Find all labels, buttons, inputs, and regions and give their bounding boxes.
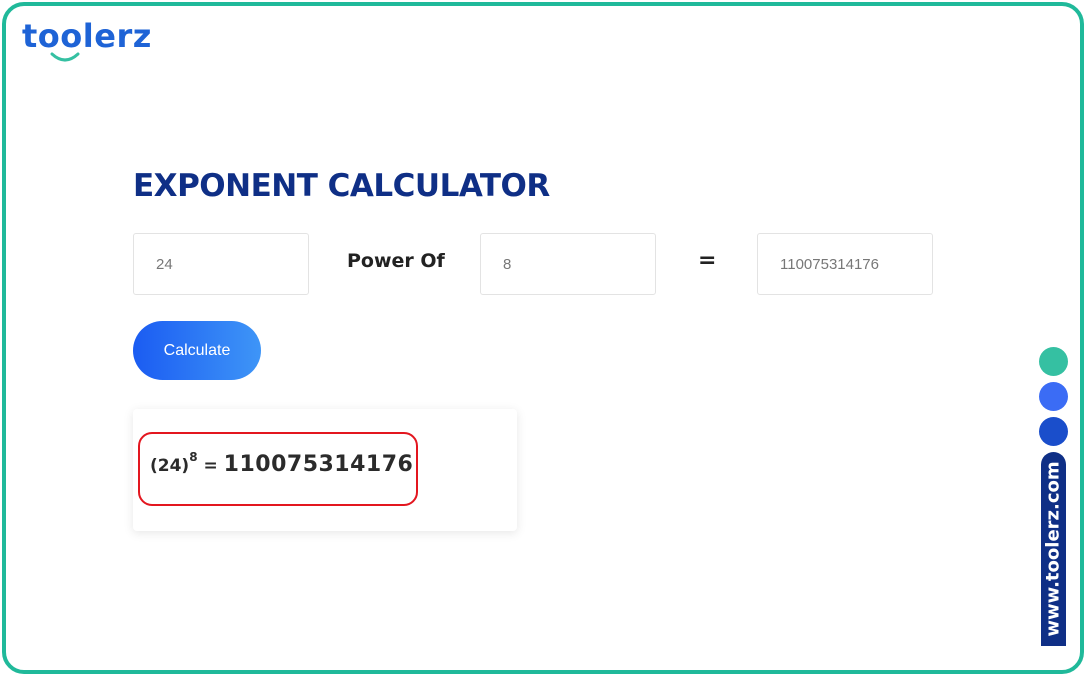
logo-smile-icon: [50, 52, 80, 62]
result-equals: =: [197, 456, 224, 476]
power-of-label: Power Of: [347, 250, 445, 272]
result-expression: (24)8 = 110075314176: [150, 450, 414, 477]
base-input[interactable]: [133, 233, 309, 295]
blue-dot: [1039, 382, 1068, 411]
result-exponent: 8: [189, 450, 198, 464]
result-value: 110075314176: [223, 452, 414, 477]
teal-dot: [1039, 347, 1068, 376]
calculate-button[interactable]: Calculate: [133, 321, 261, 380]
result-base: (24): [150, 456, 190, 476]
result-field[interactable]: [757, 233, 933, 295]
page-title: EXPONENT CALCULATOR: [133, 168, 550, 204]
exponent-input[interactable]: [480, 233, 656, 295]
navy-dot: [1039, 417, 1068, 446]
vertical-url-text: www.toolerz.com: [1042, 461, 1064, 637]
toolerz-logo[interactable]: toolerz: [22, 20, 152, 52]
equals-sign: =: [698, 248, 717, 273]
